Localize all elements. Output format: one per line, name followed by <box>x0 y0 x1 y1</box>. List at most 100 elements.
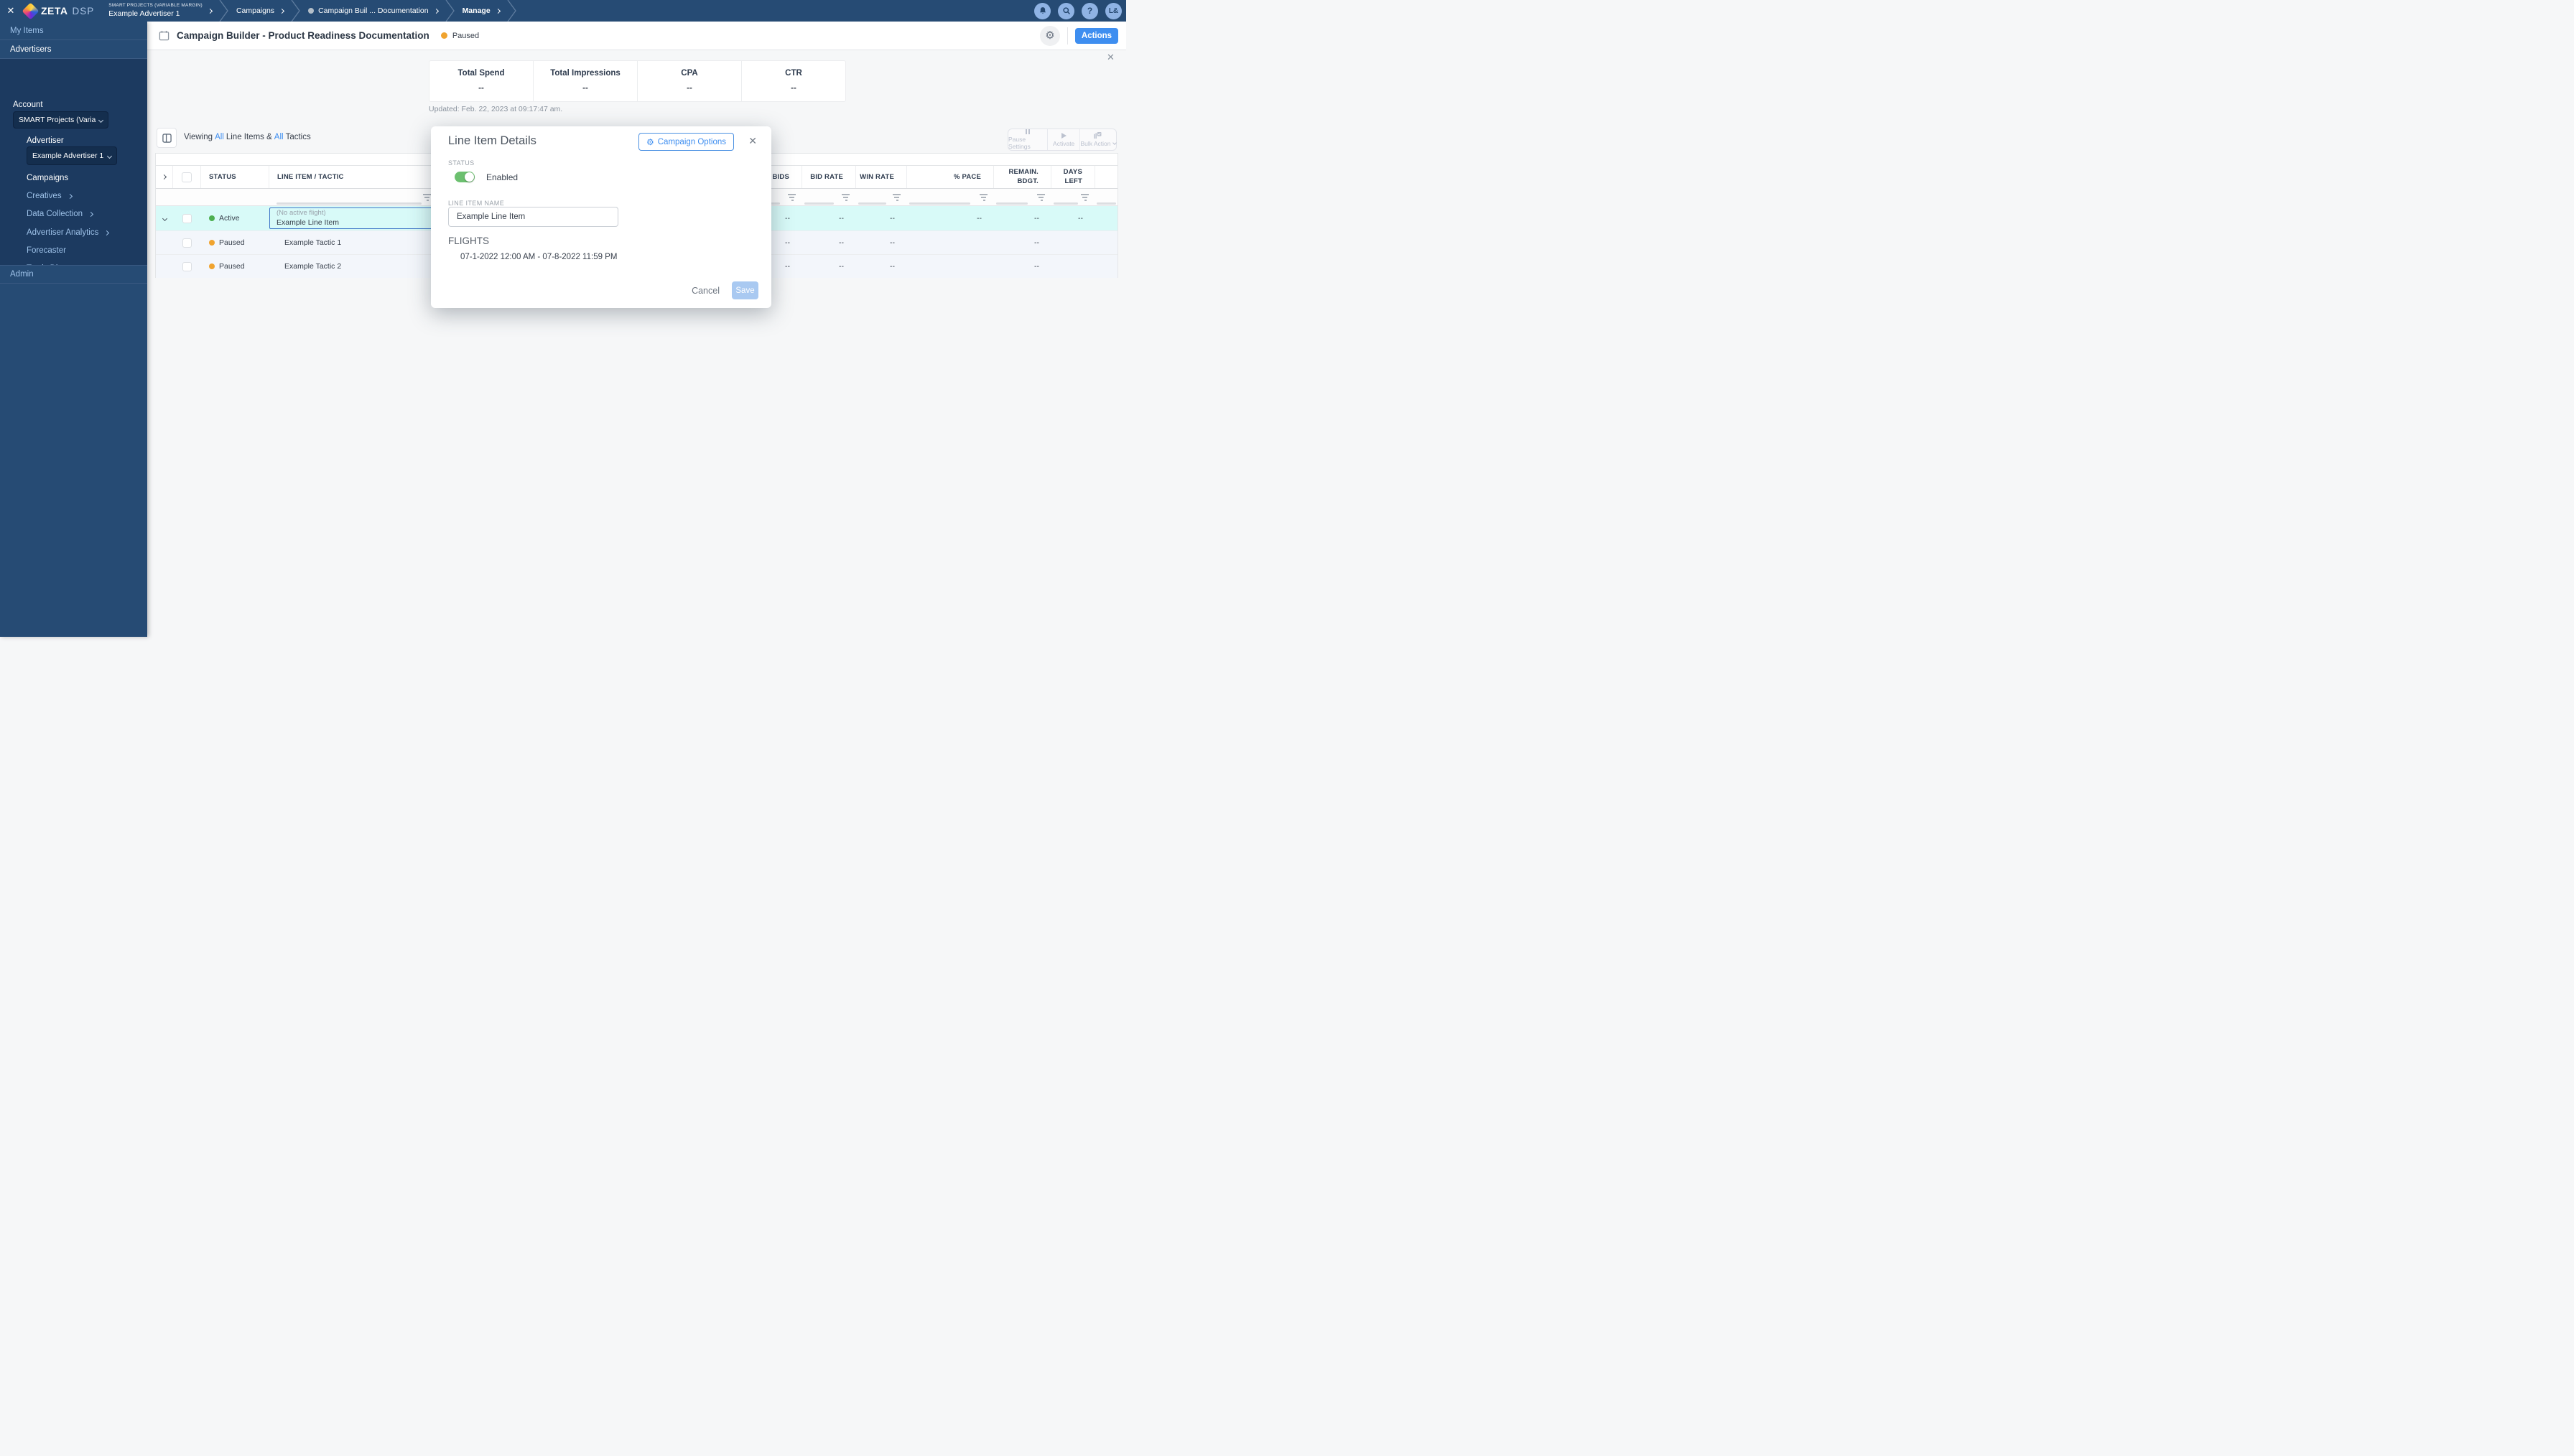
breadcrumb-manage[interactable]: Manage <box>455 0 507 22</box>
horizontal-scrollbar[interactable] <box>909 202 970 205</box>
save-button[interactable]: Save <box>732 281 758 299</box>
page-header: Campaign Builder - Product Readiness Doc… <box>147 22 1126 50</box>
sidebar-item-advertiser-analytics[interactable]: Advertiser Analytics <box>27 228 110 237</box>
avatar[interactable]: L& <box>1105 2 1122 19</box>
tactic-name[interactable]: Example Tactic 1 <box>269 231 437 254</box>
col-header-days-left[interactable]: DAYS LEFT <box>1051 166 1095 188</box>
horizontal-scrollbar[interactable] <box>858 202 887 205</box>
breadcrumb: SMART PROJECTS (VARIABLE MARGIN) Example… <box>101 0 516 22</box>
filter-icon[interactable] <box>841 193 850 201</box>
all-tactics-link[interactable]: All <box>274 133 284 141</box>
cell-win-rate: -- <box>890 238 895 247</box>
breadcrumb-account-eyebrow: SMART PROJECTS (VARIABLE MARGIN) <box>108 3 203 9</box>
chevron-right-icon <box>161 174 167 180</box>
filter-pace[interactable] <box>907 189 994 205</box>
banner-close-icon[interactable]: ✕ <box>1107 52 1115 63</box>
filter-icon[interactable] <box>1036 193 1046 201</box>
stat-ctr: CTR -- <box>785 69 802 93</box>
actions-button[interactable]: Actions <box>1075 27 1118 44</box>
sidebar-item-my-items[interactable]: My Items <box>0 22 147 40</box>
row-checkbox[interactable] <box>182 213 192 223</box>
bulk-action-button[interactable]: Bulk Action <box>1080 129 1117 150</box>
status-value: Enabled <box>486 172 519 182</box>
pause-settings-button[interactable]: Pause Settings <box>1008 129 1049 150</box>
filter-line-item[interactable] <box>269 189 437 205</box>
account-select[interactable]: SMART Projects (Variable M.. <box>13 111 108 129</box>
breadcrumb-advertiser[interactable]: SMART PROJECTS (VARIABLE MARGIN) Example… <box>101 0 219 22</box>
filter-icon[interactable] <box>1080 193 1089 201</box>
col-header-pace[interactable]: % PACE <box>907 166 994 188</box>
close-icon[interactable]: ✕ <box>0 5 22 17</box>
topbar: ✕ ZETA DSP SMART PROJECTS (VARIABLE MARG… <box>0 0 1126 22</box>
selected-line-item-cell[interactable]: (No active flight) Example Line Item <box>269 207 437 229</box>
campaign-paused-dot <box>440 32 447 39</box>
horizontal-scrollbar[interactable] <box>996 202 1028 205</box>
sidebar-item-admin[interactable]: Admin <box>0 265 147 284</box>
modal-close-icon[interactable]: ✕ <box>748 135 757 147</box>
play-icon <box>1061 132 1067 139</box>
sidebar-item-creatives[interactable]: Creatives <box>27 192 73 200</box>
campaign-options-button[interactable]: ⚙ Campaign Options <box>638 133 734 151</box>
horizontal-scrollbar[interactable] <box>1097 202 1116 205</box>
row-checkbox[interactable] <box>182 238 192 248</box>
col-header-remaining-budget[interactable]: REMAIN. BDGT. <box>994 166 1051 188</box>
filter-icon[interactable] <box>892 193 901 201</box>
filter-win-rate[interactable] <box>856 189 907 205</box>
breadcrumb-campaign[interactable]: Campaign Buil ... Documentation <box>301 0 445 22</box>
flights-label: FLIGHTS <box>448 235 490 246</box>
col-header-status[interactable]: STATUS <box>201 166 269 188</box>
help-button[interactable]: ? <box>1082 2 1098 19</box>
sidebar-item-data-collection[interactable]: Data Collection <box>27 210 94 218</box>
cell-bid-rate: -- <box>839 214 844 223</box>
zeta-dsp-logo[interactable]: ZETA DSP <box>22 1 101 20</box>
collapse-row-button[interactable] <box>156 206 173 230</box>
filter-bid-rate[interactable] <box>802 189 856 205</box>
chevron-right-icon <box>88 211 94 217</box>
gear-icon: ⚙ <box>1045 29 1055 42</box>
avatar-initials: L& <box>1108 6 1119 15</box>
campaign-status-text: Paused <box>452 31 480 40</box>
cell-remaining-budget: -- <box>1034 262 1039 271</box>
columns-icon <box>162 133 172 143</box>
breadcrumb-campaigns[interactable]: Campaigns <box>229 0 291 22</box>
all-line-items-link[interactable]: All <box>215 133 224 141</box>
cancel-button[interactable]: Cancel <box>692 286 720 296</box>
horizontal-scrollbar[interactable] <box>804 202 835 205</box>
filter-icon[interactable] <box>787 193 796 201</box>
horizontal-scrollbar[interactable] <box>277 202 422 205</box>
sidebar-item-forecaster[interactable]: Forecaster <box>27 246 66 255</box>
column-settings-button[interactable] <box>157 128 177 148</box>
chevron-right-icon <box>495 8 501 14</box>
cell-pace: -- <box>977 214 982 223</box>
chevron-right-icon <box>67 193 73 199</box>
filter-icon[interactable] <box>979 193 988 201</box>
col-header-bid-rate[interactable]: BID RATE <box>802 166 856 188</box>
line-item-name-input[interactable] <box>448 207 618 227</box>
search-button[interactable] <box>1058 2 1074 19</box>
chevron-right-icon <box>279 8 285 14</box>
main-content <box>147 22 1126 637</box>
select-all-checkbox[interactable] <box>182 172 192 182</box>
notifications-button[interactable] <box>1034 2 1051 19</box>
bulk-action-icon <box>1094 132 1102 139</box>
activate-button[interactable]: Activate <box>1048 129 1080 150</box>
chevron-right-icon <box>207 8 213 14</box>
advertiser-label: Advertiser <box>27 136 64 145</box>
horizontal-scrollbar[interactable] <box>1054 202 1078 205</box>
sidebar-item-campaigns[interactable]: Campaigns <box>27 174 68 182</box>
settings-button[interactable]: ⚙ <box>1040 25 1060 46</box>
expand-all-button[interactable] <box>156 166 173 188</box>
paused-status-dot <box>209 263 215 269</box>
tactic-name[interactable]: Example Tactic 2 <box>269 255 437 278</box>
col-header-win-rate[interactable]: WIN RATE <box>856 166 907 188</box>
status-toggle[interactable] <box>455 172 475 182</box>
sidebar-item-advertisers[interactable]: Advertisers <box>0 40 147 59</box>
filter-days-left[interactable] <box>1051 189 1095 205</box>
product-name: DSP <box>72 5 95 17</box>
col-header-line-item-tactic[interactable]: LINE ITEM / TACTIC <box>269 166 437 188</box>
row-status: Paused <box>201 231 269 254</box>
filter-remaining-budget[interactable] <box>994 189 1051 205</box>
advertiser-select[interactable]: Example Advertiser 1 <box>27 146 117 165</box>
filter-extra <box>1095 189 1118 205</box>
row-checkbox[interactable] <box>182 261 192 271</box>
